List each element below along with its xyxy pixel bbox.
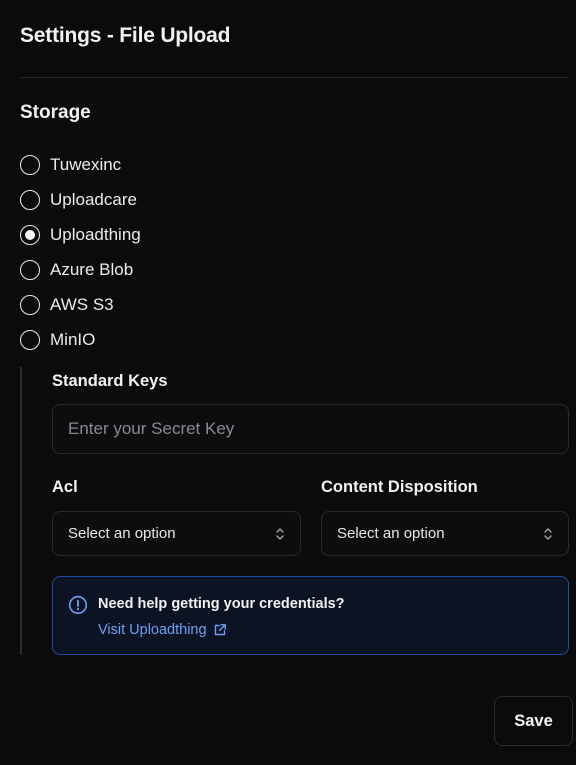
storage-option-tuwexinc[interactable]: Tuwexinc xyxy=(20,147,141,182)
info-icon xyxy=(68,595,88,615)
radio-label: Uploadthing xyxy=(50,224,141,244)
radio-button-selected[interactable] xyxy=(20,224,40,245)
radio-button[interactable] xyxy=(20,329,40,350)
radio-label: Tuwexinc xyxy=(50,154,122,174)
storage-option-minio[interactable]: MinIO xyxy=(20,322,141,357)
storage-section-title: Storage xyxy=(20,102,91,123)
radio-label: Azure Blob xyxy=(50,259,134,279)
credentials-help-callout: Need help getting your credentials? Visi… xyxy=(52,576,569,655)
radio-button[interactable] xyxy=(20,259,40,280)
chevron-up-down-icon xyxy=(544,527,552,540)
save-button[interactable]: Save xyxy=(494,696,573,746)
radio-button[interactable] xyxy=(20,189,40,210)
content-disposition-label: Content Disposition xyxy=(321,478,478,496)
storage-option-uploadthing[interactable]: Uploadthing xyxy=(20,217,141,252)
radio-button[interactable] xyxy=(20,154,40,175)
help-title: Need help getting your credentials? xyxy=(98,596,345,612)
storage-option-azure-blob[interactable]: Azure Blob xyxy=(20,252,141,287)
visit-uploadthing-link[interactable]: Visit Uploadthing xyxy=(98,622,227,638)
acl-select-value: Select an option xyxy=(68,525,176,542)
page-title: Settings - File Upload xyxy=(20,24,231,47)
nested-config-indent-line xyxy=(20,367,22,655)
external-link-icon xyxy=(214,624,226,636)
storage-option-aws-s3[interactable]: AWS S3 xyxy=(20,287,141,322)
storage-radio-group: Tuwexinc Uploadcare Uploadthing Azure Bl… xyxy=(20,147,141,357)
content-disposition-select-value: Select an option xyxy=(337,525,445,542)
file-upload-settings-page: Settings - File Upload Storage Tuwexinc … xyxy=(0,0,576,765)
radio-label: MinIO xyxy=(50,329,96,349)
storage-option-uploadcare[interactable]: Uploadcare xyxy=(20,182,141,217)
radio-button[interactable] xyxy=(20,294,40,315)
content-disposition-select[interactable]: Select an option xyxy=(321,511,569,556)
header-divider xyxy=(20,77,569,78)
standard-keys-label: Standard Keys xyxy=(52,372,168,390)
help-link-label: Visit Uploadthing xyxy=(98,622,207,638)
radio-label: AWS S3 xyxy=(50,294,114,314)
acl-select[interactable]: Select an option xyxy=(52,511,301,556)
radio-label: Uploadcare xyxy=(50,189,137,209)
acl-label: Acl xyxy=(52,478,78,496)
secret-key-input[interactable] xyxy=(52,404,569,454)
chevron-up-down-icon xyxy=(276,527,284,540)
